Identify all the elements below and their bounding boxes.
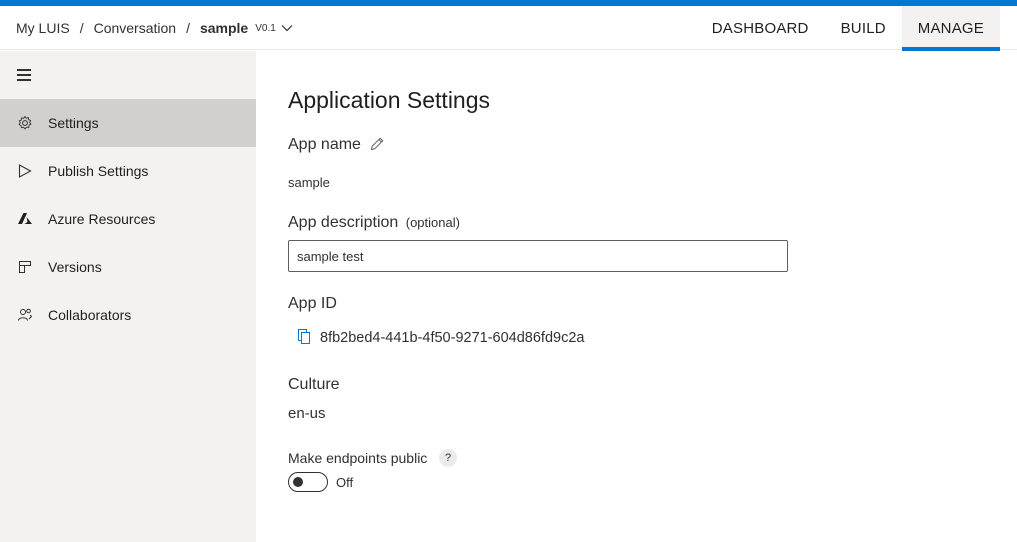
app-name-value: sample: [288, 175, 330, 190]
app-description-label: App description (optional): [288, 214, 460, 232]
app-description-label-text: App description: [288, 214, 399, 231]
hamburger-icon[interactable]: [17, 69, 31, 81]
breadcrumb-separator: /: [186, 20, 190, 36]
optional-hint: (optional): [405, 215, 460, 230]
endpoints-public-toggle[interactable]: [288, 472, 328, 492]
tab-build[interactable]: BUILD: [825, 6, 902, 50]
sidebar-item-label: Publish Settings: [48, 163, 149, 179]
versions-icon: [17, 259, 33, 275]
make-endpoints-public-label: Make endpoints public: [288, 450, 428, 466]
app-id-value: 8fb2bed4-441b-4f50-9271-604d86fd9c2a: [320, 330, 585, 346]
sidebar-item-publish-settings[interactable]: Publish Settings: [0, 147, 256, 195]
header-bar: My LUIS / Conversation / sample V0.1 DAS…: [0, 6, 1017, 51]
app-description-input[interactable]: [288, 240, 788, 272]
page-title: Application Settings: [288, 87, 491, 113]
sidebar-item-versions[interactable]: Versions: [0, 243, 256, 291]
azure-icon: [17, 211, 33, 227]
sidebar-item-label: Collaborators: [48, 307, 132, 323]
sidebar-item-collaborators[interactable]: Collaborators: [0, 291, 256, 339]
toggle-knob: [293, 477, 303, 487]
help-icon[interactable]: ?: [439, 449, 457, 467]
breadcrumb-my-luis[interactable]: My LUIS: [16, 20, 70, 36]
sidebar-item-label: Settings: [48, 115, 99, 131]
breadcrumb-separator: /: [79, 20, 84, 36]
breadcrumb: My LUIS / Conversation / sample V0.1: [16, 6, 293, 50]
top-nav: DASHBOARD BUILD MANAGE: [696, 6, 1001, 51]
version-label[interactable]: V0.1: [255, 23, 276, 34]
sidebar-item-settings[interactable]: Settings: [0, 99, 256, 147]
play-icon: [17, 163, 33, 179]
culture-value: en-us: [288, 405, 326, 422]
sidebar-item-label: Azure Resources: [48, 211, 156, 227]
culture-label: Culture: [288, 376, 340, 393]
pencil-icon[interactable]: [369, 136, 385, 152]
breadcrumb-app-name[interactable]: sample: [200, 20, 248, 36]
tab-dashboard[interactable]: DASHBOARD: [696, 6, 825, 50]
copy-icon[interactable]: [296, 328, 312, 346]
chevron-down-icon[interactable]: [281, 24, 293, 32]
collaborators-icon: [17, 307, 33, 323]
toggle-state-label: Off: [336, 475, 354, 490]
sidebar-item-azure-resources[interactable]: Azure Resources: [0, 195, 256, 243]
gear-icon: [17, 115, 33, 131]
app-name-label: App name: [288, 136, 361, 153]
app-id-label: App ID: [288, 295, 337, 312]
tab-manage[interactable]: MANAGE: [901, 6, 1001, 51]
sidebar-item-label: Versions: [48, 259, 102, 275]
sidebar: Settings Publish Settings Azure Resource…: [0, 51, 256, 542]
breadcrumb-conversation[interactable]: Conversation: [94, 20, 177, 36]
